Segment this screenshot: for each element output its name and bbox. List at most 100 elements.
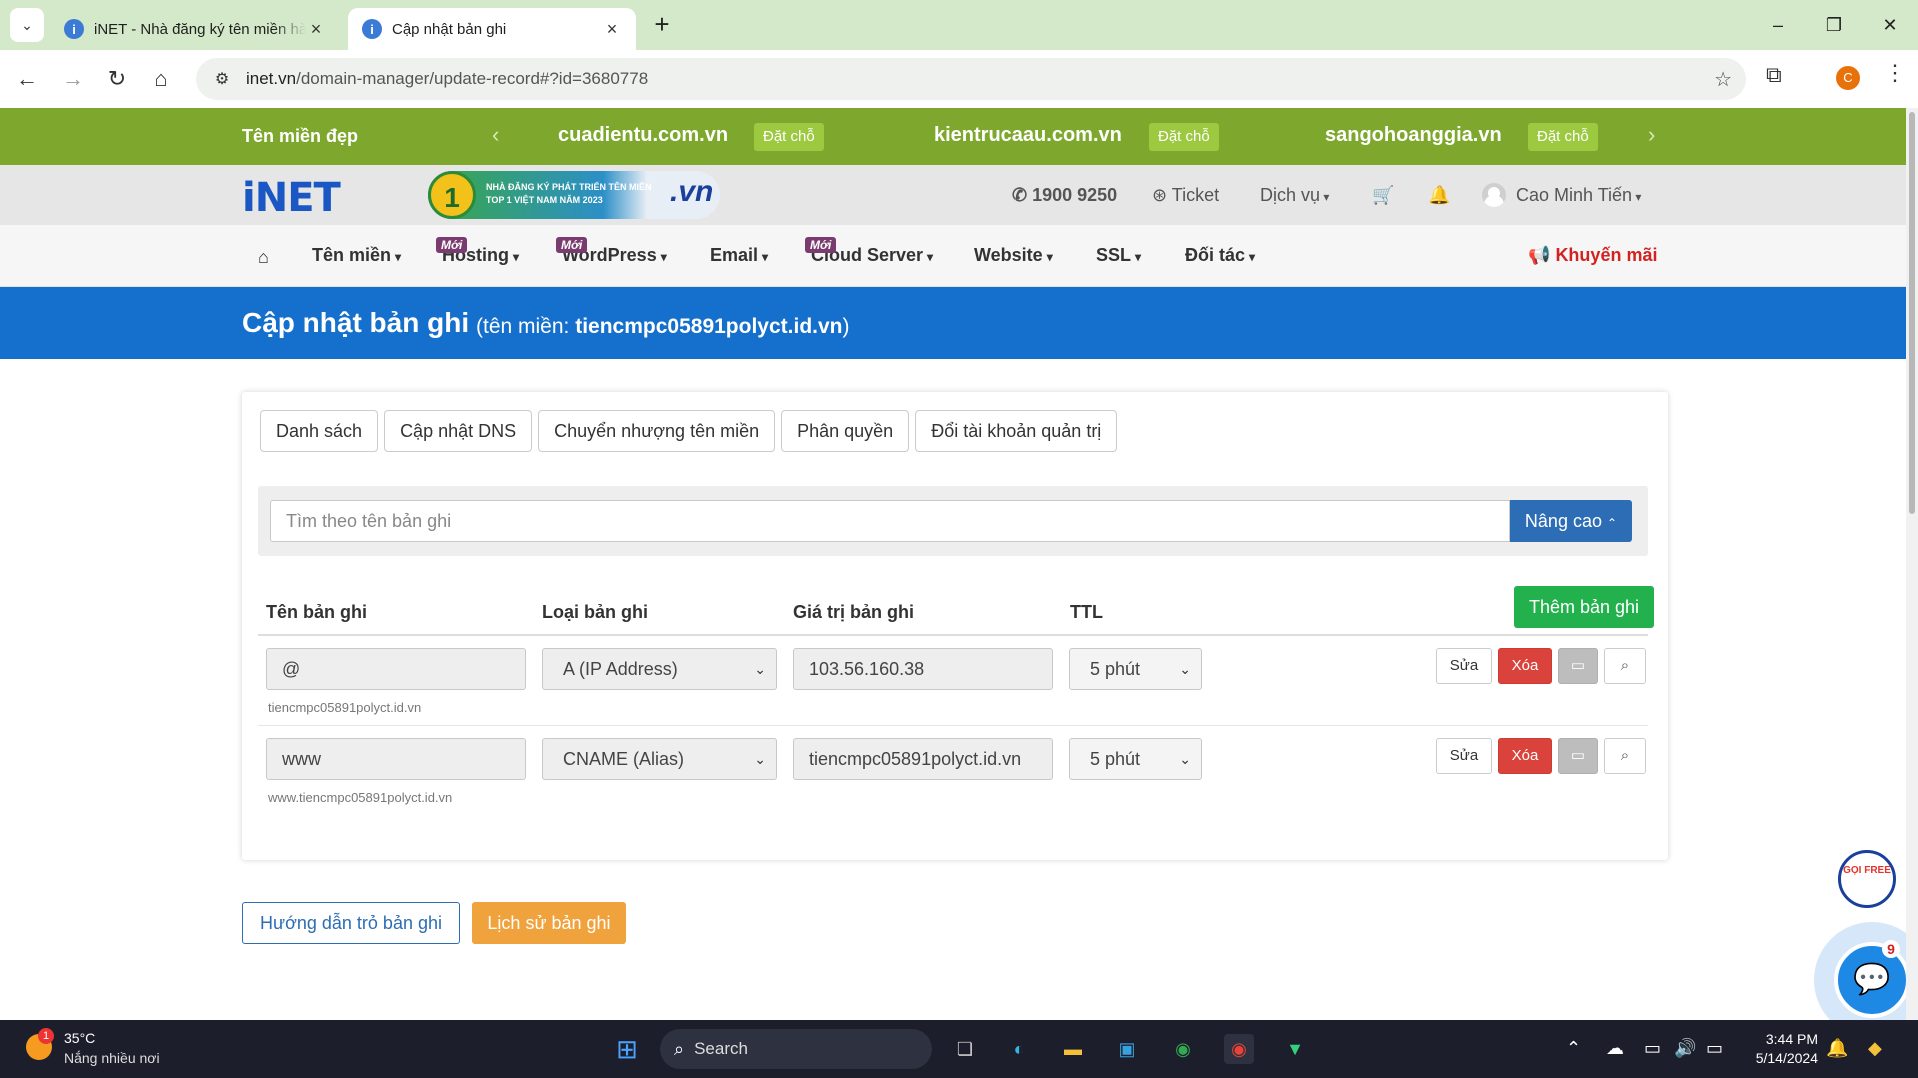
premium-domain-name[interactable]: kientrucaau.com.vn (934, 124, 1122, 147)
reserve-button[interactable]: Đặt chỗ (1149, 123, 1219, 151)
onedrive-icon[interactable]: ☁ (1606, 1038, 1624, 1059)
site-info-icon[interactable]: ⚙ (202, 69, 242, 89)
restore-button[interactable]: ❐ (1814, 8, 1854, 42)
tab-permissions[interactable]: Phân quyền (781, 410, 910, 452)
extensions-icon[interactable]: ⧉ (1766, 62, 1782, 88)
add-record-button[interactable]: Thêm bản ghi (1514, 586, 1654, 628)
tab-update-dns[interactable]: Cập nhật DNS (384, 410, 533, 452)
bell-icon[interactable]: 🔔 (1428, 185, 1450, 206)
caret-down-icon: ▾ (1249, 250, 1256, 264)
weather-temperature: 35°C (64, 1030, 96, 1046)
edit-record-button[interactable]: Sửa (1436, 738, 1492, 774)
user-avatar[interactable] (1482, 183, 1506, 207)
advanced-search-button[interactable]: Nâng cao ⌃ (1510, 500, 1632, 542)
tab-transfer-domain[interactable]: Chuyển nhượng tên miền (538, 410, 776, 452)
ttl-select[interactable]: 5 phút ⌄ (1069, 648, 1202, 690)
chat-widget[interactable]: 💬 (1814, 922, 1906, 1020)
bookmark-star-icon[interactable]: ☆ (1714, 67, 1732, 92)
browser-tab-update-record[interactable]: i Cập nhật bản ghi × (348, 8, 636, 50)
edit-record-button[interactable]: Sửa (1436, 648, 1492, 684)
tab-list[interactable]: Danh sách (260, 410, 379, 452)
browser-menu-icon[interactable]: ⋮ (1884, 60, 1906, 86)
record-type-select[interactable]: A (IP Address) ⌄ (542, 648, 777, 690)
search-icon[interactable]: ⌕ (1604, 648, 1646, 684)
premium-domain-name[interactable]: cuadientu.com.vn (558, 124, 728, 147)
copilot-icon[interactable]: ◆ (1868, 1038, 1882, 1059)
promotion-link[interactable]: 📢 Khuyến mãi (1528, 245, 1657, 266)
cart-icon[interactable]: 🛒 (1372, 185, 1394, 206)
services-dropdown[interactable]: Dịch vụ ▾ (1260, 185, 1329, 206)
nav-website[interactable]: Website ▾ (974, 245, 1053, 266)
inet-logo[interactable]: iNET (242, 175, 341, 221)
record-search-input[interactable] (270, 500, 1510, 542)
profile-avatar[interactable]: C (1836, 66, 1860, 90)
record-name-field[interactable]: www (266, 738, 526, 780)
reload-icon[interactable]: ↻ (100, 62, 134, 96)
url-text[interactable]: inet.vn/domain-manager/update-record#?id… (246, 69, 648, 89)
delete-record-button[interactable]: Xóa (1498, 648, 1552, 684)
nav-cloud-server[interactable]: Mới Cloud Server ▾ (805, 237, 933, 266)
home-icon[interactable]: ⌂ (258, 247, 269, 268)
record-type-value: A (IP Address) (563, 659, 678, 679)
nav-wordpress[interactable]: Mới WordPress ▾ (556, 237, 667, 266)
ticket-link[interactable]: ⊛ Ticket (1152, 185, 1219, 206)
info-favicon-icon: i (64, 19, 84, 39)
window-close-button[interactable]: ✕ (1870, 8, 1910, 42)
chevron-down-icon: ⌄ (1179, 751, 1191, 767)
display-icon[interactable]: ▭ (1644, 1038, 1661, 1059)
close-icon[interactable]: × (306, 19, 326, 40)
reserve-button[interactable]: Đặt chỗ (1528, 123, 1598, 151)
new-tab-button[interactable]: + (648, 10, 676, 40)
task-view-icon[interactable]: ❏ (950, 1034, 980, 1064)
user-menu[interactable]: Cao Minh Tiến ▾ (1516, 185, 1641, 206)
free-call-widget[interactable]: GỌI FREE (1838, 850, 1896, 908)
comment-icon[interactable]: ▭ (1558, 738, 1598, 774)
system-clock[interactable]: 3:44 PM 5/14/2024 (1738, 1030, 1818, 1068)
scrollbar-thumb[interactable] (1909, 112, 1915, 514)
file-explorer-icon[interactable]: ▬ (1058, 1034, 1088, 1064)
tab-search-button[interactable]: ⌄ (10, 8, 44, 42)
clock-date: 5/14/2024 (1755, 1050, 1818, 1066)
address-bar[interactable]: ⚙ inet.vn/domain-manager/update-record#?… (196, 58, 1746, 100)
chevron-down-icon: ⌄ (754, 751, 766, 767)
nav-domain[interactable]: Tên miền ▾ (312, 245, 401, 266)
nav-ssl[interactable]: SSL ▾ (1096, 245, 1141, 266)
tab-change-admin[interactable]: Đổi tài khoản quản trị (915, 410, 1118, 452)
chrome-profile-icon[interactable]: ◉ (1168, 1034, 1198, 1064)
record-type-select[interactable]: CNAME (Alias) ⌄ (542, 738, 777, 780)
record-value-field[interactable]: tiencmpc05891polyct.id.vn (793, 738, 1053, 780)
record-guide-button[interactable]: Hướng dẫn trỏ bản ghi (242, 902, 460, 944)
monitor-app-icon[interactable]: ▣ (1112, 1034, 1142, 1064)
chevron-left-icon[interactable]: ‹ (492, 122, 499, 148)
notification-bell-icon[interactable]: 🔔 (1826, 1038, 1848, 1059)
close-icon[interactable]: × (602, 19, 622, 40)
windows-start-icon[interactable]: ⊞ (612, 1034, 642, 1064)
battery-icon[interactable]: ▭ (1706, 1038, 1723, 1059)
nav-email[interactable]: Email ▾ (710, 245, 768, 266)
back-arrow-icon[interactable]: ← (10, 62, 44, 96)
taskbar-search[interactable]: ⌕ Search (660, 1029, 932, 1069)
chevron-right-icon[interactable]: › (1648, 122, 1655, 148)
chevron-up-icon[interactable]: ⌃ (1566, 1038, 1581, 1059)
nav-hosting[interactable]: Mới Hosting ▾ (436, 237, 519, 266)
record-history-button[interactable]: Lịch sử bản ghi (472, 902, 626, 944)
comment-icon[interactable]: ▭ (1558, 648, 1598, 684)
record-name-field[interactable]: @ (266, 648, 526, 690)
volume-icon[interactable]: 🔊 (1674, 1038, 1696, 1059)
home-icon[interactable]: ⌂ (144, 62, 178, 96)
premium-domain-name[interactable]: sangohoanggia.vn (1325, 124, 1502, 147)
browser-tab-inet-home[interactable]: i iNET - Nhà đăng ký tên miền hàng đầu × (50, 8, 340, 50)
edge-browser-icon[interactable]: ◐ (1004, 1034, 1034, 1064)
page-scrollbar[interactable] (1906, 108, 1918, 1020)
minimize-button[interactable]: – (1758, 8, 1798, 42)
ttl-select[interactable]: 5 phút ⌄ (1069, 738, 1202, 780)
record-value-field[interactable]: 103.56.160.38 (793, 648, 1053, 690)
search-icon[interactable]: ⌕ (1604, 738, 1646, 774)
chrome-browser-icon[interactable]: ◉ (1224, 1034, 1254, 1064)
terminal-app-icon[interactable]: ▼ (1280, 1034, 1310, 1064)
delete-record-button[interactable]: Xóa (1498, 738, 1552, 774)
forward-arrow-icon[interactable]: → (56, 62, 90, 96)
hotline-link[interactable]: ✆ 1900 9250 (1012, 185, 1117, 206)
reserve-button[interactable]: Đặt chỗ (754, 123, 824, 151)
nav-partner[interactable]: Đối tác ▾ (1185, 245, 1255, 266)
